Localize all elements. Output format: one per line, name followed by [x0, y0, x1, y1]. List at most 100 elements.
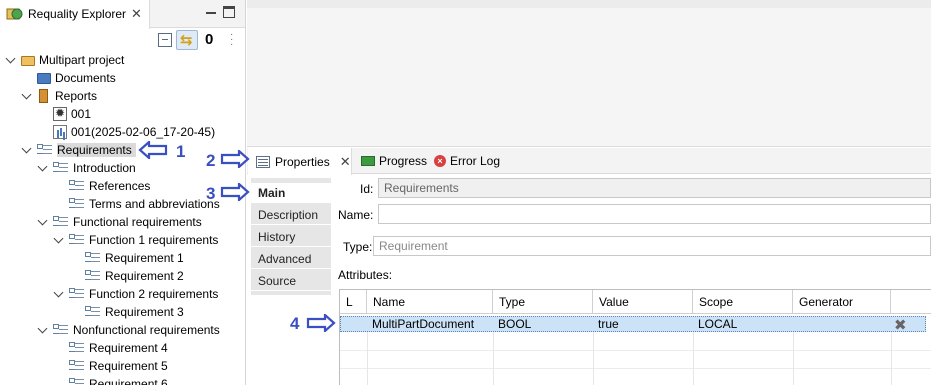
chevron-down-icon[interactable] — [21, 144, 33, 156]
tree-item-label: Multipart project — [39, 53, 125, 67]
annotation-number-3: 3 — [206, 184, 216, 203]
side-tab-main[interactable]: Main — [251, 183, 331, 203]
requirements-icon — [85, 269, 101, 283]
tree-item-label: Terms and abbreviations — [89, 197, 220, 211]
tree-item-label: Requirement 5 — [89, 359, 168, 373]
tab-requality-explorer[interactable]: Requality Explorer ✕ — [0, 0, 150, 29]
requirements-icon — [69, 377, 85, 385]
name-label: Name: — [338, 208, 374, 222]
chevron-down-icon[interactable] — [21, 90, 33, 102]
properties-tab-bar: Properties ✕ Progress × Error Log — [247, 148, 931, 175]
collapse-all-icon[interactable] — [158, 33, 172, 47]
name-field[interactable] — [378, 204, 931, 224]
tree-item[interactable]: Requirement 3 — [69, 303, 184, 321]
tree-item[interactable]: Function 2 requirements — [53, 285, 218, 303]
tab-error-log[interactable]: × Error Log — [434, 148, 514, 174]
table-row-divider — [340, 368, 931, 369]
tree-item-label: Documents — [55, 71, 116, 85]
requirements-icon — [69, 197, 85, 211]
column-header-type[interactable]: Type — [493, 290, 593, 314]
link-arrows-icon: ⇆ — [180, 32, 193, 49]
tab-properties[interactable]: Properties ✕ — [248, 148, 352, 175]
tree-item[interactable]: Nonfunctional requirements — [37, 321, 220, 339]
table-column-divider — [793, 332, 794, 385]
annotation-arrow-4 — [306, 314, 336, 332]
report-gear-icon — [53, 106, 67, 121]
tree-item[interactable]: Requirement 1 — [69, 249, 184, 267]
chevron-down-icon[interactable] — [37, 324, 49, 336]
close-icon[interactable]: ✕ — [340, 154, 351, 170]
tree-item-label: Requirement 3 — [105, 305, 184, 319]
requirements-icon — [69, 287, 85, 301]
requirements-icon — [53, 323, 69, 337]
column-header-l[interactable]: L — [340, 290, 367, 314]
id-field: Requirements — [378, 178, 931, 198]
requality-explorer-icon — [6, 6, 24, 25]
tree-item[interactable]: Terms and abbreviations — [53, 195, 220, 213]
close-icon[interactable]: ✕ — [131, 6, 142, 22]
column-header-scope[interactable]: Scope — [693, 290, 793, 314]
annotation-number-1: 1 — [176, 142, 186, 161]
tree-item[interactable]: Reports — [21, 87, 97, 105]
tree-item-label: Requirements — [57, 143, 136, 157]
maximize-icon[interactable] — [223, 6, 235, 18]
error-log-icon: × — [434, 155, 446, 167]
table-row[interactable]: MultiPartDocument BOOL true LOCAL ✖ — [340, 316, 926, 334]
annotation-arrow-2 — [220, 150, 250, 168]
tree-item[interactable]: Documents — [21, 69, 116, 87]
table-row-divider — [340, 350, 931, 351]
requirements-icon — [85, 305, 101, 319]
tree-item[interactable]: Introduction — [37, 159, 136, 177]
attributes-table: L Name Type Value Scope Generator MultiP… — [339, 289, 931, 385]
chevron-down-icon[interactable] — [37, 216, 49, 228]
tree-item[interactable]: References — [53, 177, 150, 195]
remove-attribute-icon[interactable]: ✖ — [894, 316, 907, 334]
side-tab-description[interactable]: Description — [251, 205, 331, 225]
tree-item[interactable]: Requirement 2 — [69, 267, 184, 285]
annotation-number-4: 4 — [290, 314, 300, 333]
column-header-value[interactable]: Value — [593, 290, 693, 314]
project-tree: Multipart project Documents Reports 001 001(… — [0, 51, 245, 385]
type-field[interactable]: Requirement — [373, 236, 931, 256]
side-tab-history[interactable]: History — [251, 227, 331, 247]
chevron-down-icon[interactable] — [5, 54, 17, 66]
requirements-icon — [69, 233, 85, 247]
tree-item[interactable]: Function 1 requirements — [53, 231, 218, 249]
side-tab-advanced[interactable]: Advanced — [251, 249, 331, 269]
tree-item-label: 001(2025-02-06_17-20-45) — [71, 125, 216, 139]
tab-progress[interactable]: Progress — [359, 148, 429, 174]
tab-error-log-label: Error Log — [450, 154, 501, 168]
column-header-generator[interactable]: Generator — [793, 290, 891, 314]
chevron-down-icon[interactable] — [37, 162, 49, 174]
column-header-name[interactable]: Name — [367, 290, 493, 314]
attributes-table-header: L Name Type Value Scope Generator — [340, 290, 931, 314]
tree-item-label: Reports — [55, 89, 98, 103]
attributes-label: Attributes: — [338, 268, 393, 282]
requirements-icon — [85, 251, 101, 265]
requirements-icon — [53, 215, 69, 229]
cell-name: MultiPartDocument — [372, 317, 475, 331]
side-tab-source[interactable]: Source — [251, 271, 331, 291]
id-label: Id: — [360, 182, 374, 196]
tree-item-label: Functional requirements — [73, 215, 202, 229]
chevron-down-icon[interactable] — [53, 234, 65, 246]
tab-label: Requality Explorer — [28, 7, 127, 21]
minimize-icon[interactable] — [204, 6, 218, 20]
requirements-icon — [69, 359, 85, 373]
view-menu-icon[interactable]: · · · — [230, 30, 236, 50]
chevron-down-icon[interactable] — [53, 288, 65, 300]
properties-icon — [256, 155, 270, 168]
link-with-editor-button[interactable]: ⇆ — [176, 30, 198, 50]
editor-area-top-strip — [247, 0, 931, 8]
tree-item-label: Requirement 2 — [105, 269, 184, 283]
tree-item[interactable]: 001(2025-02-06_17-20-45) — [37, 123, 215, 141]
tree-item[interactable]: 001 — [37, 105, 91, 123]
tree-item[interactable]: Requirements — [21, 141, 136, 159]
tree-item-label: Requirement 1 — [105, 251, 184, 265]
tree-item[interactable]: Requirement 4 — [53, 339, 168, 357]
tree-item[interactable]: Requirement 5 — [53, 357, 168, 375]
tree-item[interactable]: Functional requirements — [37, 213, 202, 231]
explorer-toolbar: ⇆ 0 · · · — [0, 29, 245, 51]
tree-item[interactable]: Multipart project — [5, 51, 124, 69]
tree-item[interactable]: Requirement 6 — [53, 375, 168, 385]
